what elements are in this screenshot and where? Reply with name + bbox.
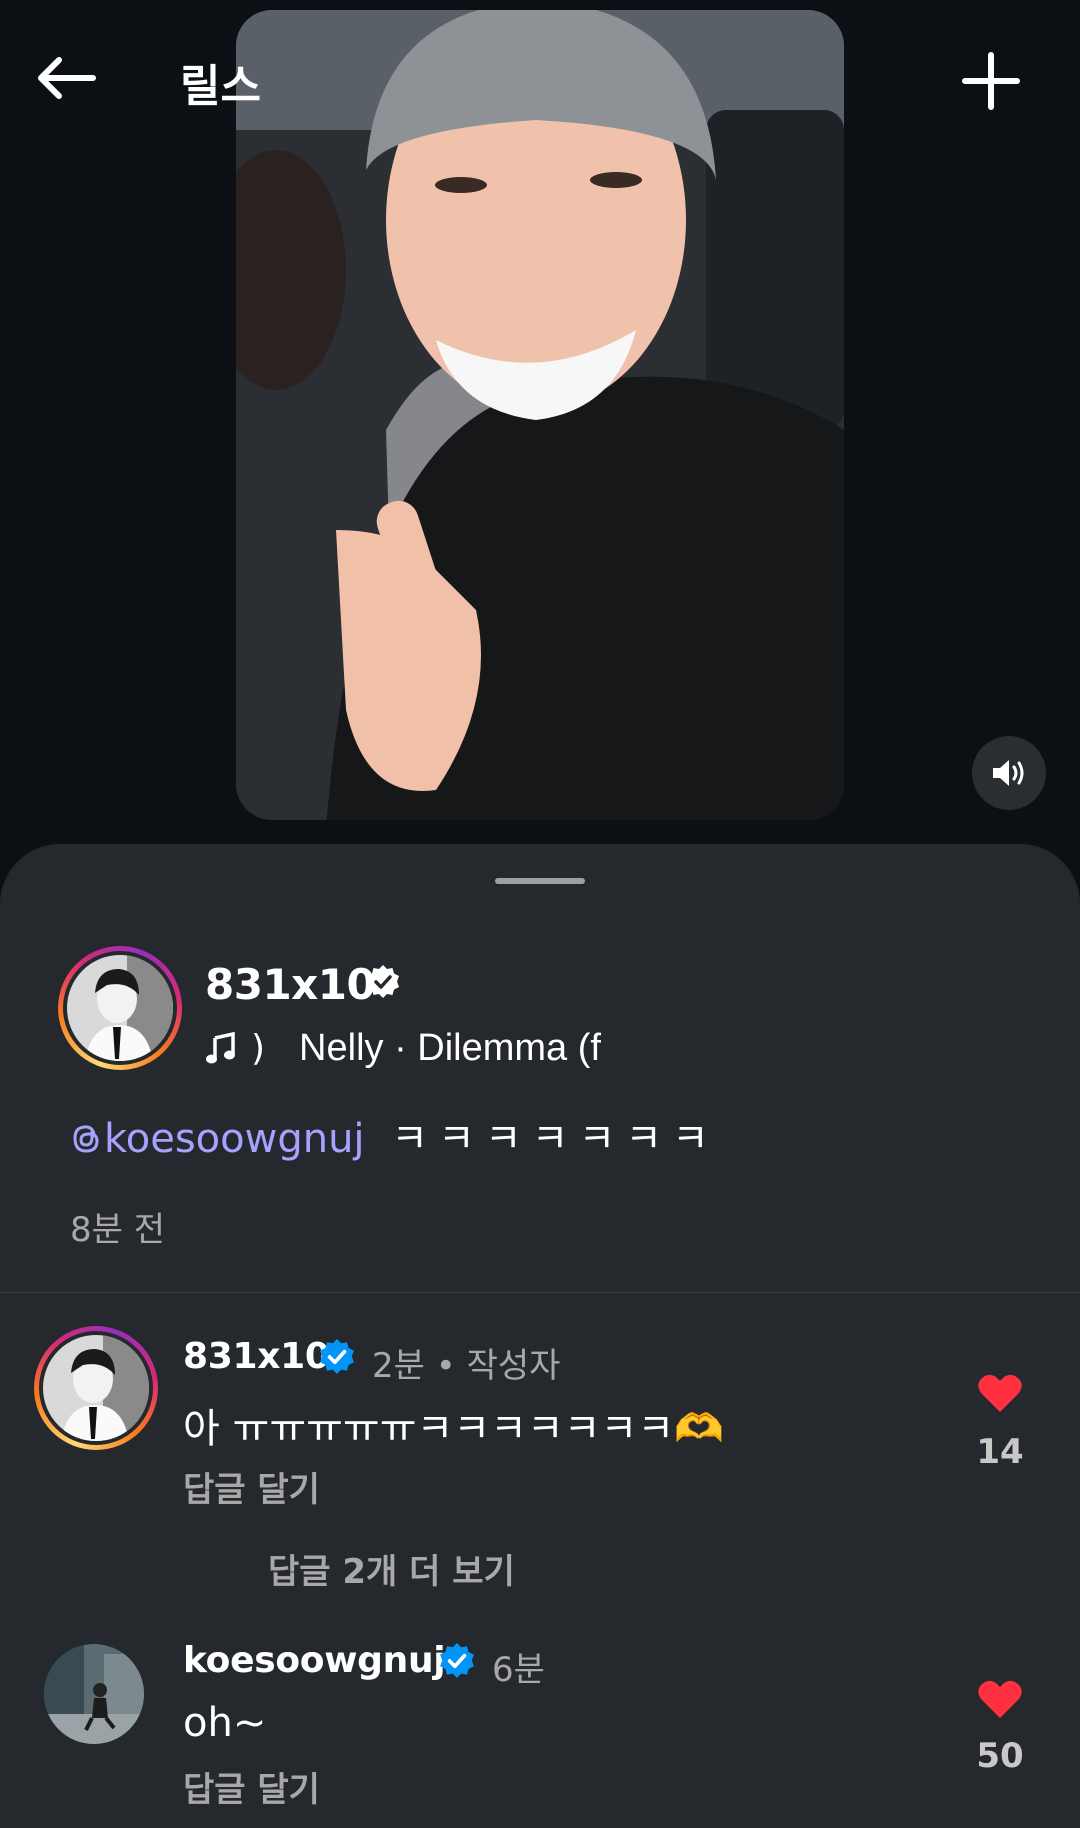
threads-icon — [73, 1125, 99, 1153]
music-note-icon — [206, 1032, 235, 1064]
back-button[interactable] — [30, 48, 102, 108]
comment-time: 6분 — [492, 1650, 545, 1690]
speaker-icon — [993, 760, 1024, 786]
reel-video-frame — [236, 10, 844, 820]
reel-video[interactable] — [236, 10, 844, 820]
comment-text: 아 ㅠㅠㅠㅠㅠㅋㅋㅋㅋㅋㅋㅋ🫶 — [183, 1406, 724, 1452]
verified-icon — [320, 1339, 354, 1374]
page-title: 릴스 — [180, 61, 261, 112]
avatar — [43, 1335, 149, 1441]
music-info[interactable]: ) Nelly · Dilemma (f — [205, 1024, 605, 1072]
comment-time: 2분 — [372, 1346, 425, 1386]
caption-text: ㅋㅋㅋㅋㅋㅋㅋ — [391, 1116, 719, 1162]
post-timestamp: 8분 전 — [70, 1210, 165, 1250]
verified-icon — [367, 965, 399, 998]
back-arrow-icon — [38, 57, 96, 99]
mute-button[interactable] — [972, 736, 1046, 810]
view-more-replies[interactable]: 답글 2개 더 보기 — [268, 1544, 515, 1593]
verified-icon — [440, 1643, 474, 1678]
comments-sheet: 831x10 ) Nelly · Dilemma (f koesoowgnuj … — [0, 844, 1080, 1828]
author-badge: • 작성자 — [435, 1346, 561, 1386]
comment-text: oh~ — [183, 1700, 267, 1746]
heart-icon[interactable] — [977, 1678, 1023, 1720]
comment-avatar[interactable] — [34, 1326, 158, 1450]
like-count: 14 — [976, 1432, 1024, 1472]
heart-icon[interactable] — [977, 1372, 1023, 1414]
caption-mention[interactable]: koesoowgnuj — [70, 1116, 377, 1162]
sheet-drag-handle[interactable] — [495, 878, 585, 884]
like-count: 50 — [976, 1736, 1024, 1776]
post-username[interactable]: 831x10 — [205, 960, 376, 1009]
divider — [0, 1292, 1080, 1293]
create-button[interactable] — [956, 46, 1026, 116]
reels-comment-screen: 릴스 831x10) Nelly · Dilemma (f koesoowgn… — [0, 0, 1080, 1828]
comment-username[interactable]: 831x10 — [183, 1336, 330, 1377]
plus-icon — [962, 52, 1020, 110]
music-scroll-indicator: ) — [251, 1027, 266, 1069]
post-caption: koesoowgnuj ㅋㅋㅋㅋㅋㅋㅋ — [70, 1106, 719, 1164]
reply-button[interactable]: 답글 달기 — [183, 1762, 320, 1811]
music-title: Nelly · Dilemma (f — [299, 1026, 601, 1069]
comment-username[interactable]: koesoowgnuj — [183, 1640, 446, 1681]
mention-username: koesoowgnuj — [104, 1116, 365, 1162]
reply-button[interactable]: 답글 달기 — [183, 1462, 320, 1511]
post-author-avatar[interactable] — [58, 946, 182, 1070]
comment-avatar[interactable] — [44, 1644, 144, 1744]
avatar — [67, 955, 173, 1061]
comment-meta: 2분 • 작성자 — [372, 1338, 560, 1387]
